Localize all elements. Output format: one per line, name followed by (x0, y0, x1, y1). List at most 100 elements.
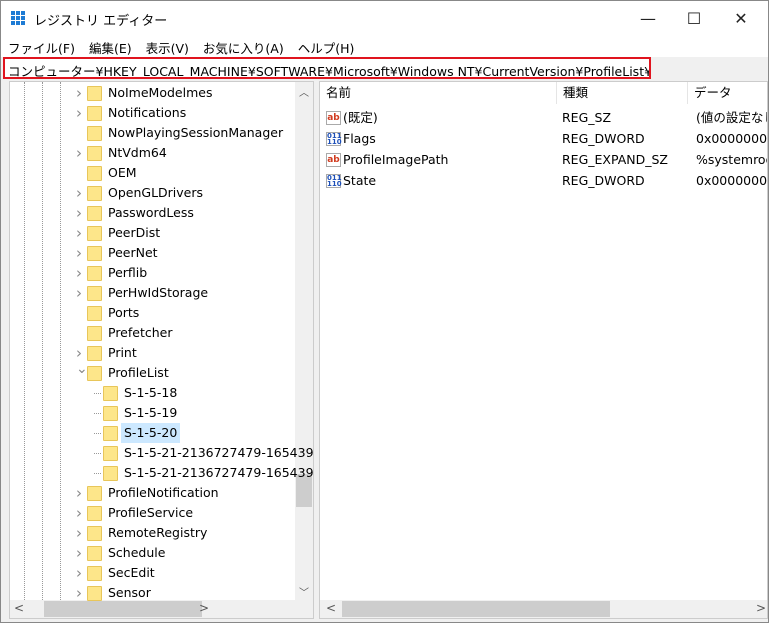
scroll-down-arrow-icon[interactable]: ﹀ (295, 584, 313, 599)
folder-icon (87, 246, 102, 261)
minimize-button[interactable]: — (625, 1, 671, 35)
tree-item[interactable]: › Sensor (10, 583, 295, 603)
value-data: %systemroo (696, 152, 768, 167)
tree-item[interactable]: › SecEdit (10, 563, 295, 583)
tree-item-label: RemoteRegistry (108, 525, 208, 540)
scroll-left-arrow-icon[interactable]: < (14, 601, 24, 615)
registry-editor-window: レジストリ エディター — ☐ ✕ ファイル(F) 編集(E) 表示(V) お気… (0, 0, 769, 623)
chevron-right-icon[interactable]: › (76, 563, 84, 583)
tree-connector (94, 393, 101, 394)
string-value-icon: ab (326, 111, 341, 125)
tree-item[interactable]: ⌄ ProfileList (10, 361, 295, 383)
value-name: ProfileImagePath (343, 152, 449, 167)
chevron-right-icon[interactable]: › (76, 103, 84, 123)
tree-item-label: OEM (108, 165, 137, 180)
chevron-right-icon[interactable]: › (76, 203, 84, 223)
tree-item[interactable]: › ProfileNotification (10, 483, 295, 503)
tree-item[interactable]: S-1-5-19 (10, 403, 295, 423)
tree-item-label: S-1-5-20 (121, 423, 181, 443)
tree-item-label: ProfileNotification (108, 485, 219, 500)
tree-item-label: ProfileService (108, 505, 194, 520)
value-row[interactable]: 011 110 Flags REG_DWORD 0x00000000 (320, 129, 767, 149)
tree-item[interactable]: › Notifications (10, 103, 295, 123)
chevron-right-icon[interactable]: › (76, 543, 84, 563)
tree-item[interactable]: › NtVdm64 (10, 143, 295, 163)
chevron-right-icon[interactable]: › (76, 223, 84, 243)
tree-item-label: PasswordLess (108, 205, 194, 220)
column-header-name[interactable]: 名前 (320, 82, 557, 104)
values-horizontal-scrollbar[interactable]: < > (320, 600, 767, 618)
scroll-up-arrow-icon[interactable]: ︿ (295, 84, 313, 99)
menu-help[interactable]: ヘルプ(H) (291, 35, 362, 57)
address-bar[interactable]: コンピューター¥HKEY_LOCAL_MACHINE¥SOFTWARE¥Micr… (3, 57, 651, 79)
chevron-right-icon[interactable]: › (76, 243, 84, 263)
chevron-right-icon[interactable]: › (76, 83, 84, 103)
tree-item[interactable]: › Print (10, 343, 295, 363)
tree-item[interactable]: OEM (10, 163, 295, 183)
tree-item-label: SecEdit (108, 565, 155, 580)
folder-icon (87, 306, 102, 321)
tree-item-label: OpenGLDrivers (108, 185, 204, 200)
chevron-right-icon[interactable]: › (76, 283, 84, 303)
tree-item[interactable]: › PasswordLess (10, 203, 295, 223)
scroll-left-arrow-icon[interactable]: < (326, 601, 336, 615)
maximize-button[interactable]: ☐ (671, 1, 717, 35)
tree-connector (94, 473, 101, 474)
chevron-right-icon[interactable]: › (76, 503, 84, 523)
tree-item-label: Perflib (108, 265, 148, 280)
tree-connector (94, 453, 101, 454)
tree-item[interactable]: › Schedule (10, 543, 295, 563)
tree-item[interactable]: › PerHwIdStorage (10, 283, 295, 303)
chevron-right-icon[interactable]: › (76, 483, 84, 503)
scroll-right-arrow-icon[interactable]: > (199, 601, 209, 615)
column-header-data[interactable]: データ (688, 82, 767, 104)
folder-icon (103, 466, 118, 481)
folder-icon (87, 126, 102, 141)
folder-icon (103, 426, 118, 441)
chevron-down-icon[interactable]: ⌄ (76, 359, 88, 379)
value-row[interactable]: ab (既定) REG_SZ (値の設定なし (320, 108, 767, 128)
menu-edit[interactable]: 編集(E) (82, 35, 139, 57)
tree-item[interactable]: Ports (10, 303, 295, 323)
tree-item[interactable]: › NoImeModelmes (10, 83, 295, 103)
close-button[interactable]: ✕ (718, 1, 764, 35)
scrollbar-thumb[interactable] (342, 601, 610, 617)
chevron-right-icon[interactable]: › (76, 583, 84, 603)
tree-item-label: Prefetcher (108, 325, 173, 340)
tree-item[interactable]: › ProfileService (10, 503, 295, 523)
tree-item[interactable]: S-1-5-21-2136727479-165439 (10, 443, 313, 463)
chevron-right-icon[interactable]: › (76, 523, 84, 543)
tree-item[interactable]: › RemoteRegistry (10, 523, 295, 543)
value-data: 0x00000000 (696, 131, 768, 146)
tree-item[interactable]: Prefetcher (10, 323, 295, 343)
tree-item[interactable]: › Perflib (10, 263, 295, 283)
chevron-right-icon[interactable]: › (76, 263, 84, 283)
tree-item[interactable]: › PeerDist (10, 223, 295, 243)
tree-vertical-scrollbar[interactable]: ︿ ﹀ (295, 82, 313, 602)
menu-favorites[interactable]: お気に入り(A) (196, 35, 291, 57)
value-row[interactable]: ab ProfileImagePath REG_EXPAND_SZ %systemro… (320, 150, 767, 170)
tree-item[interactable]: S-1-5-20 (10, 423, 295, 443)
value-data: 0x00000000 (696, 173, 768, 188)
folder-icon (87, 486, 102, 501)
chevron-right-icon[interactable]: › (76, 183, 84, 203)
folder-icon (87, 546, 102, 561)
tree-item-label: NoImeModelmes (108, 85, 213, 100)
column-header-type[interactable]: 種類 (557, 82, 688, 104)
scrollbar-thumb[interactable] (44, 601, 202, 617)
tree-item[interactable]: S-1-5-21-2136727479-165439 (10, 463, 313, 483)
tree-item-label: Notifications (108, 105, 187, 120)
tree-item[interactable]: › OpenGLDrivers (10, 183, 295, 203)
folder-icon (103, 386, 118, 401)
folder-icon (87, 186, 102, 201)
string-value-icon: ab (326, 153, 341, 167)
value-name: (既定) (343, 110, 378, 125)
tree-item[interactable]: S-1-5-18 (10, 383, 295, 403)
menu-view[interactable]: 表示(V) (139, 35, 196, 57)
value-row[interactable]: 011 110 State REG_DWORD 0x00000000 (320, 171, 767, 191)
chevron-right-icon[interactable]: › (76, 143, 84, 163)
scroll-right-arrow-icon[interactable]: > (756, 601, 766, 615)
tree-item[interactable]: NowPlayingSessionManager (10, 123, 295, 143)
tree-item[interactable]: › PeerNet (10, 243, 295, 263)
menu-file[interactable]: ファイル(F) (1, 35, 82, 57)
